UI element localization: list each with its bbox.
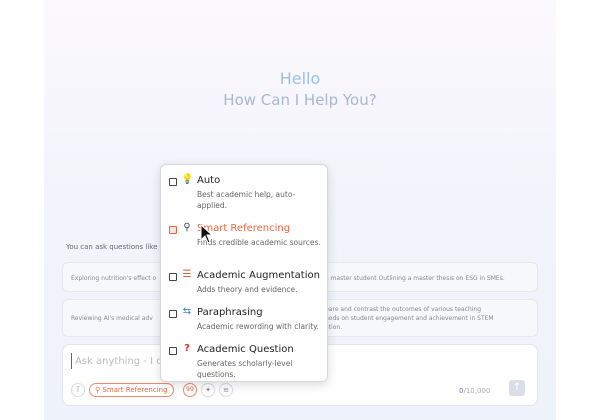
mode-checkbox[interactable] <box>169 226 177 234</box>
mode-option-paraphrasing[interactable]: ⇆ Paraphrasing Academic rewording with c… <box>161 301 329 337</box>
mode-option-title: Academic Question <box>197 344 294 355</box>
example-prompt-card[interactable]: Reviewing AI's medical adv <box>62 299 166 337</box>
mode-option-auto[interactable]: 💡 Auto Best academic help, auto-applied. <box>161 169 329 210</box>
magnifier-icon: ⚲ <box>183 222 191 233</box>
magnifier-icon: ⚲ <box>95 386 101 394</box>
lightbulb-icon: 💡 <box>181 174 194 185</box>
mode-option-desc: Best academic help, auto-applied. <box>197 190 296 210</box>
mode-checkbox[interactable] <box>169 310 177 318</box>
mouse-cursor-icon <box>200 224 214 244</box>
example-prompt-card[interactable]: pare and contrast the outcomes of variou… <box>320 299 538 337</box>
mode-checkbox[interactable] <box>169 347 177 355</box>
citation-style-button[interactable]: 99 <box>183 383 197 397</box>
paperclip-icon[interactable]: ⊺ <box>71 383 85 397</box>
mode-option-desc: Finds credible academic sources. <box>197 238 321 247</box>
mode-option-desc: Generates scholarly-level questions. <box>197 359 293 379</box>
example-prompt-card[interactable]: a master student Outlining a master thes… <box>320 262 538 292</box>
hero-greeting: Hello <box>279 69 321 88</box>
send-button[interactable]: ↑ <box>509 380 525 396</box>
books-icon: ☰ <box>182 269 192 280</box>
mode-option-title: Paraphrasing <box>197 307 263 318</box>
mode-option-title: Auto <box>197 175 221 186</box>
mode-option-desc: Adds theory and evidence. <box>197 285 298 294</box>
mode-dropdown-menu: 💡 Auto Best academic help, auto-applied.… <box>160 164 328 382</box>
mode-option-academic-question[interactable]: ? Academic Question Generates scholarly-… <box>161 338 329 379</box>
arrow-up-icon: ↑ <box>512 382 522 393</box>
mode-option-desc: Academic rewording with clarity. <box>197 322 319 331</box>
examples-hint: You can ask questions like th <box>66 243 167 251</box>
example-prompt-card[interactable]: Exploring nutrition's effect o <box>62 262 166 292</box>
chat-input[interactable] <box>71 353 161 369</box>
sparkle-icon[interactable]: ✦ <box>201 383 215 397</box>
mode-option-title: Academic Augmentation <box>197 270 320 281</box>
rewrite-icon: ⇆ <box>182 306 192 317</box>
hero-subtitle: How Can I Help You? <box>223 91 377 109</box>
mode-checkbox[interactable] <box>169 273 177 281</box>
character-count-limit: /10,000 <box>463 387 491 395</box>
settings-sliders-icon[interactable]: ≡ <box>219 383 233 397</box>
mode-chip-smart-referencing[interactable]: ⚲ Smart Referencing <box>89 383 174 397</box>
mode-checkbox[interactable] <box>169 178 177 186</box>
mode-option-smart-referencing[interactable]: ⚲ Smart Referencing Finds credible acade… <box>161 217 329 253</box>
question-icon: ? <box>184 343 190 354</box>
character-count: 0/10,000 <box>459 387 490 395</box>
mode-option-academic-augmentation[interactable]: ☰ Academic Augmentation Adds theory and … <box>161 264 329 300</box>
mode-chip-label: Smart Referencing <box>102 386 168 394</box>
